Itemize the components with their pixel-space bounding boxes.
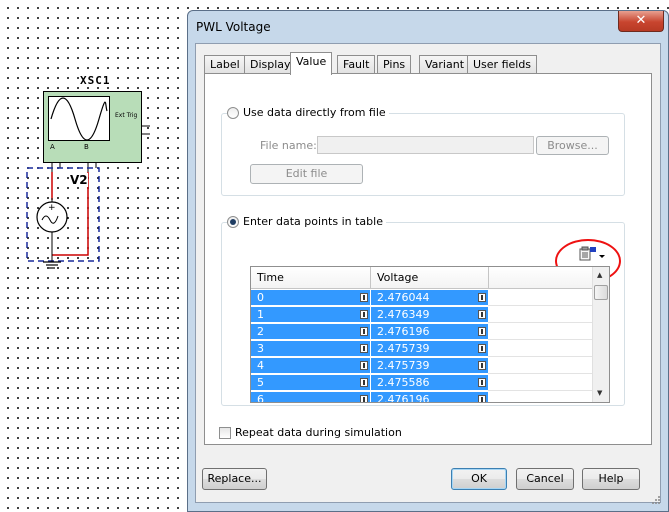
column-header-empty <box>489 267 593 289</box>
column-header-voltage[interactable]: Voltage <box>371 267 489 289</box>
voltage-cell-value: 2.476349 <box>377 308 430 321</box>
empty-cell <box>488 358 594 374</box>
time-cell-value: 3 <box>257 342 264 355</box>
spinner-icon[interactable] <box>478 327 486 336</box>
channel-a-label: A <box>50 143 55 151</box>
voltage-cell-value: 2.476044 <box>377 291 430 304</box>
edit-file-button[interactable]: Edit file <box>250 164 363 184</box>
time-cell[interactable]: 5 <box>251 375 371 391</box>
channel-b-label: B <box>84 143 89 151</box>
help-button[interactable]: Help <box>582 468 640 490</box>
spinner-icon[interactable] <box>478 293 486 302</box>
time-cell-value: 6 <box>257 393 264 403</box>
voltage-cell-value: 2.475739 <box>377 359 430 372</box>
scroll-up-icon[interactable]: ▲ <box>597 271 602 279</box>
voltage-cell[interactable]: 2.475739 <box>371 358 489 374</box>
use-file-radio-label: Use data directly from file <box>243 106 386 119</box>
empty-cell <box>488 392 594 402</box>
oscilloscope-label: XSC1 <box>80 74 111 87</box>
scroll-down-icon[interactable]: ▼ <box>597 389 602 397</box>
cancel-button[interactable]: Cancel <box>516 468 574 490</box>
voltage-cell[interactable]: 2.476196 <box>371 392 489 403</box>
replace-button[interactable]: Replace... <box>202 468 267 490</box>
spinner-icon[interactable] <box>478 395 486 402</box>
spinner-icon[interactable] <box>360 361 368 370</box>
spinner-icon[interactable] <box>478 361 486 370</box>
time-cell-value: 2 <box>257 325 264 338</box>
enter-table-radio-label: Enter data points in table <box>243 215 383 228</box>
voltage-cell-value: 2.475586 <box>377 376 430 389</box>
time-cell[interactable]: 4 <box>251 358 371 374</box>
spinner-icon[interactable] <box>360 293 368 302</box>
voltage-cell[interactable]: 2.475739 <box>371 341 489 357</box>
voltage-cell-value: 2.476196 <box>377 393 430 403</box>
oscilloscope-screen <box>48 96 110 141</box>
scrollbar-thumb[interactable] <box>594 285 608 300</box>
spinner-icon[interactable] <box>478 344 486 353</box>
voltage-cell[interactable]: 2.476349 <box>371 307 489 323</box>
enter-table-radio-button[interactable] <box>227 215 239 228</box>
oscilloscope-component[interactable]: Ext Trig A B <box>43 91 142 163</box>
resize-grip-icon[interactable] <box>650 494 662 506</box>
time-cell[interactable]: 0 <box>251 290 371 306</box>
spinner-icon[interactable] <box>360 310 368 319</box>
empty-cell <box>488 375 594 391</box>
time-cell[interactable]: 3 <box>251 341 371 357</box>
data-points-table[interactable]: Time Voltage 0 2.476044 1 2.476349 2 2.4… <box>250 266 610 403</box>
tab-fault[interactable]: Fault <box>337 55 376 73</box>
table-vertical-scrollbar[interactable]: ▲ ▼ <box>592 267 609 402</box>
spinner-icon[interactable] <box>360 378 368 387</box>
dialog-titlebar[interactable]: PWL Voltage ✕ <box>188 11 668 43</box>
sine-wave-icon <box>50 97 108 140</box>
column-header-time[interactable]: Time <box>251 267 371 289</box>
empty-cell <box>488 290 594 306</box>
time-cell[interactable]: 1 <box>251 307 371 323</box>
browse-button[interactable]: Browse... <box>536 136 609 155</box>
enter-table-radio[interactable]: Enter data points in table <box>227 215 386 228</box>
file-name-label: File name: <box>260 139 317 152</box>
tab-display[interactable]: Display <box>244 55 297 73</box>
time-cell[interactable]: 6 <box>251 392 371 403</box>
spinner-icon[interactable] <box>478 378 486 387</box>
time-cell-value: 1 <box>257 308 264 321</box>
svg-text:+: + <box>48 203 56 213</box>
time-cell[interactable]: 2 <box>251 324 371 340</box>
time-cell-value: 5 <box>257 376 264 389</box>
file-name-field[interactable] <box>317 136 534 154</box>
voltage-cell[interactable]: 2.476044 <box>371 290 489 306</box>
spinner-icon[interactable] <box>478 310 486 319</box>
empty-cell <box>488 324 594 340</box>
close-button[interactable]: ✕ <box>618 11 664 32</box>
voltage-cell-value: 2.476196 <box>377 325 430 338</box>
dialog-title: PWL Voltage <box>196 20 271 34</box>
use-file-radio-button[interactable] <box>227 106 239 119</box>
voltage-cell[interactable]: 2.476196 <box>371 324 489 340</box>
repeat-data-checkbox-row[interactable]: Repeat data during simulation <box>219 426 402 439</box>
schematic-canvas[interactable]: + XSC1 Ext Trig A B V2 <box>0 0 190 512</box>
time-cell-value: 4 <box>257 359 264 372</box>
empty-cell <box>488 307 594 323</box>
repeat-data-checkbox[interactable] <box>219 426 231 439</box>
time-cell-value: 0 <box>257 291 264 304</box>
tab-pins[interactable]: Pins <box>377 55 412 73</box>
ok-button[interactable]: OK <box>451 468 507 490</box>
voltage-cell-value: 2.475739 <box>377 342 430 355</box>
tab-label[interactable]: Label <box>204 55 246 73</box>
tab-value[interactable]: Value <box>290 52 333 75</box>
tab-variant[interactable]: Variant <box>419 55 471 73</box>
repeat-data-label: Repeat data during simulation <box>235 426 402 439</box>
voltage-cell[interactable]: 2.475586 <box>371 375 489 391</box>
ext-trigger-label: Ext Trig <box>115 112 138 119</box>
source-label: V2 <box>70 173 88 187</box>
empty-cell <box>488 341 594 357</box>
use-file-radio[interactable]: Use data directly from file <box>227 106 389 119</box>
spinner-icon[interactable] <box>360 395 368 402</box>
tab-user-fields[interactable]: User fields <box>467 55 538 73</box>
spinner-icon[interactable] <box>360 344 368 353</box>
spinner-icon[interactable] <box>360 327 368 336</box>
